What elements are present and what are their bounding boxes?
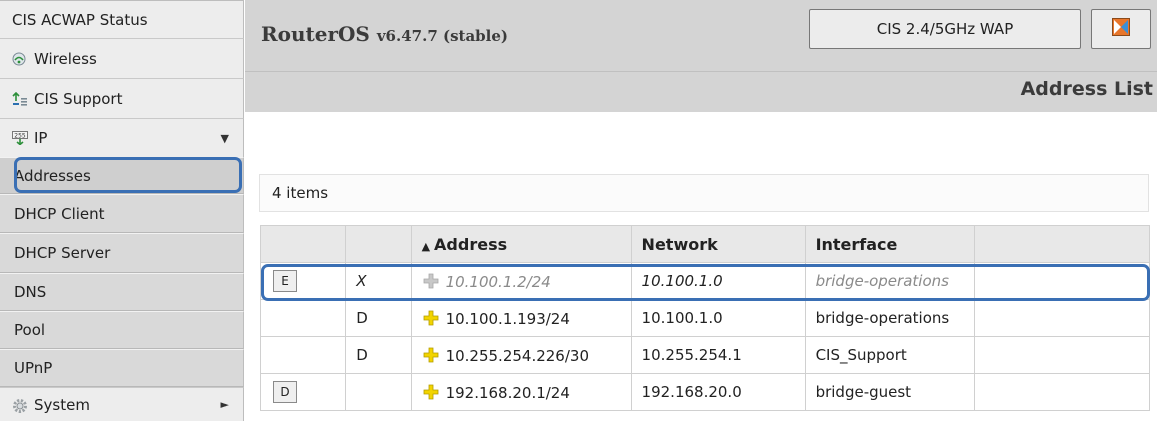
row-flag: D <box>345 336 412 374</box>
column-header-empty <box>973 225 1151 263</box>
row-empty-cell <box>973 262 1151 300</box>
ip-icon: 255 <box>12 131 28 146</box>
sidebar-item-label: CIS ACWAP Status <box>12 10 148 29</box>
row-network: 10.255.254.1 <box>630 336 806 374</box>
sidebar-item-label: Addresses <box>14 166 91 185</box>
sidebar-item-ip[interactable]: 255 IP ▼ <box>0 118 244 157</box>
row-address: 192.168.20.1/24 <box>445 383 570 402</box>
sidebar-item-addresses[interactable]: Addresses <box>0 157 244 194</box>
row-empty-cell <box>973 336 1151 374</box>
skin-designer-icon <box>1112 18 1130 40</box>
address-plus-icon <box>423 273 438 288</box>
sidebar-item-pool[interactable]: Pool <box>0 311 244 349</box>
header: RouterOS v6.47.7 (stable) CIS 2.4/5GHz W… <box>245 0 1157 112</box>
address-plus-icon <box>423 310 438 325</box>
row-address: 10.100.1.2/24 <box>445 272 551 291</box>
row-action-cell <box>259 336 347 374</box>
chevron-right-icon: ► <box>220 398 229 411</box>
row-action-cell: E <box>259 262 347 300</box>
sidebar-item-label: IP <box>34 129 48 147</box>
sidebar-item-label: System <box>34 395 90 414</box>
row-address: 10.255.254.226/30 <box>445 346 589 365</box>
row-interface: bridge-operations <box>815 272 949 290</box>
row-address-cell: 192.168.20.1/24 <box>410 373 632 411</box>
row-address: 10.100.1.193/24 <box>445 309 570 328</box>
row-network: 10.100.1.0 <box>630 299 806 337</box>
sidebar-item-system[interactable]: System ► <box>0 387 244 421</box>
row-interface: bridge-operations <box>815 309 950 327</box>
sidebar-item-wireless[interactable]: Wireless <box>0 38 244 78</box>
row-address-cell: 10.100.1.2/24 <box>410 262 632 300</box>
version-label: v6.47.7 (stable) <box>376 27 508 45</box>
row-address-cell: 10.255.254.226/30 <box>410 336 632 374</box>
column-header-address[interactable]: ▲ Address <box>410 225 632 263</box>
gear-icon <box>12 398 27 413</box>
sidebar-item-label: UPnP <box>14 359 53 377</box>
sidebar-item-dhcp-server[interactable]: DHCP Server <box>0 233 244 273</box>
row-interface: bridge-guest <box>815 383 912 401</box>
row-action-cell <box>259 299 347 337</box>
address-table: ▲ Address Network Interface E X 10.100.1.… <box>259 225 1151 411</box>
row-flag <box>345 373 412 411</box>
row-network: 192.168.20.0 <box>630 373 806 411</box>
table-row[interactable]: E X 10.100.1.2/24 10.100.1.0 bridge-oper… <box>259 262 1151 300</box>
item-count-bar: 4 items <box>259 174 1149 212</box>
row-interface-cell: CIS_Support <box>804 336 975 374</box>
row-empty-cell <box>973 299 1151 337</box>
address-plus-icon <box>423 347 438 362</box>
sidebar-item-cis-acwap-status[interactable]: CIS ACWAP Status <box>0 0 244 38</box>
sidebar-item-dhcp-client[interactable]: DHCP Client <box>0 194 244 233</box>
sidebar-item-label: DHCP Server <box>14 244 111 262</box>
row-empty-cell <box>973 373 1151 411</box>
column-header-actions <box>259 225 347 263</box>
wireless-icon <box>12 52 26 66</box>
row-flag: D <box>345 299 412 337</box>
sidebar-item-label: CIS Support <box>34 89 123 108</box>
sidebar-item-upnp[interactable]: UPnP <box>0 349 244 387</box>
sidebar-item-label: DHCP Client <box>14 204 105 223</box>
row-interface-cell: bridge-guest <box>804 373 975 411</box>
chevron-down-icon: ▼ <box>220 131 229 145</box>
row-flag: X <box>345 262 412 300</box>
app-title: RouterOS v6.47.7 (stable) <box>261 22 508 46</box>
row-network: 10.100.1.0 <box>630 262 806 300</box>
sidebar-item-cis-support[interactable]: CIS Support <box>0 78 244 118</box>
address-plus-icon <box>423 384 438 399</box>
row-interface-cell: bridge-operations <box>804 262 975 300</box>
skin-designer-button[interactable] <box>1091 9 1151 49</box>
page-title: Address List <box>1020 78 1153 100</box>
enable-button[interactable]: E <box>273 270 297 292</box>
table-row[interactable]: D 10.100.1.193/24 10.100.1.0 bridge-oper… <box>259 299 1151 337</box>
column-header-interface[interactable]: Interface <box>804 225 975 263</box>
title-bar: RouterOS v6.47.7 (stable) CIS 2.4/5GHz W… <box>245 0 1157 72</box>
table-row[interactable]: D 10.255.254.226/30 10.255.254.1 CIS_Sup… <box>259 336 1151 374</box>
column-header-flags <box>345 225 412 263</box>
sidebar-item-dns[interactable]: DNS <box>0 273 244 311</box>
sidebar-item-label: Wireless <box>34 49 97 68</box>
product-name: RouterOS <box>261 22 370 46</box>
svg-text:255: 255 <box>14 132 26 139</box>
support-icon <box>12 91 27 106</box>
table-header-row: ▲ Address Network Interface <box>259 225 1151 263</box>
column-header-label: Address <box>434 234 508 254</box>
sort-ascending-icon: ▲ <box>421 239 431 253</box>
main-content: 4 items ▲ Address Network Interface E X 1… <box>245 112 1157 421</box>
row-action-cell: D <box>259 373 347 411</box>
row-interface: CIS_Support <box>815 346 907 364</box>
sidebar-item-label: DNS <box>14 283 47 301</box>
column-header-network[interactable]: Network <box>630 225 806 263</box>
device-identity-button[interactable]: CIS 2.4/5GHz WAP <box>809 9 1081 49</box>
sidebar-item-label: Pool <box>14 321 46 339</box>
sidebar: CIS ACWAP Status Wireless CIS Support 25… <box>0 0 245 421</box>
row-interface-cell: bridge-operations <box>804 299 975 337</box>
disable-button[interactable]: D <box>273 381 297 403</box>
item-count: 4 items <box>272 184 329 202</box>
row-address-cell: 10.100.1.193/24 <box>410 299 632 337</box>
table-row[interactable]: D 192.168.20.1/24 192.168.20.0 bridge-gu… <box>259 373 1151 411</box>
